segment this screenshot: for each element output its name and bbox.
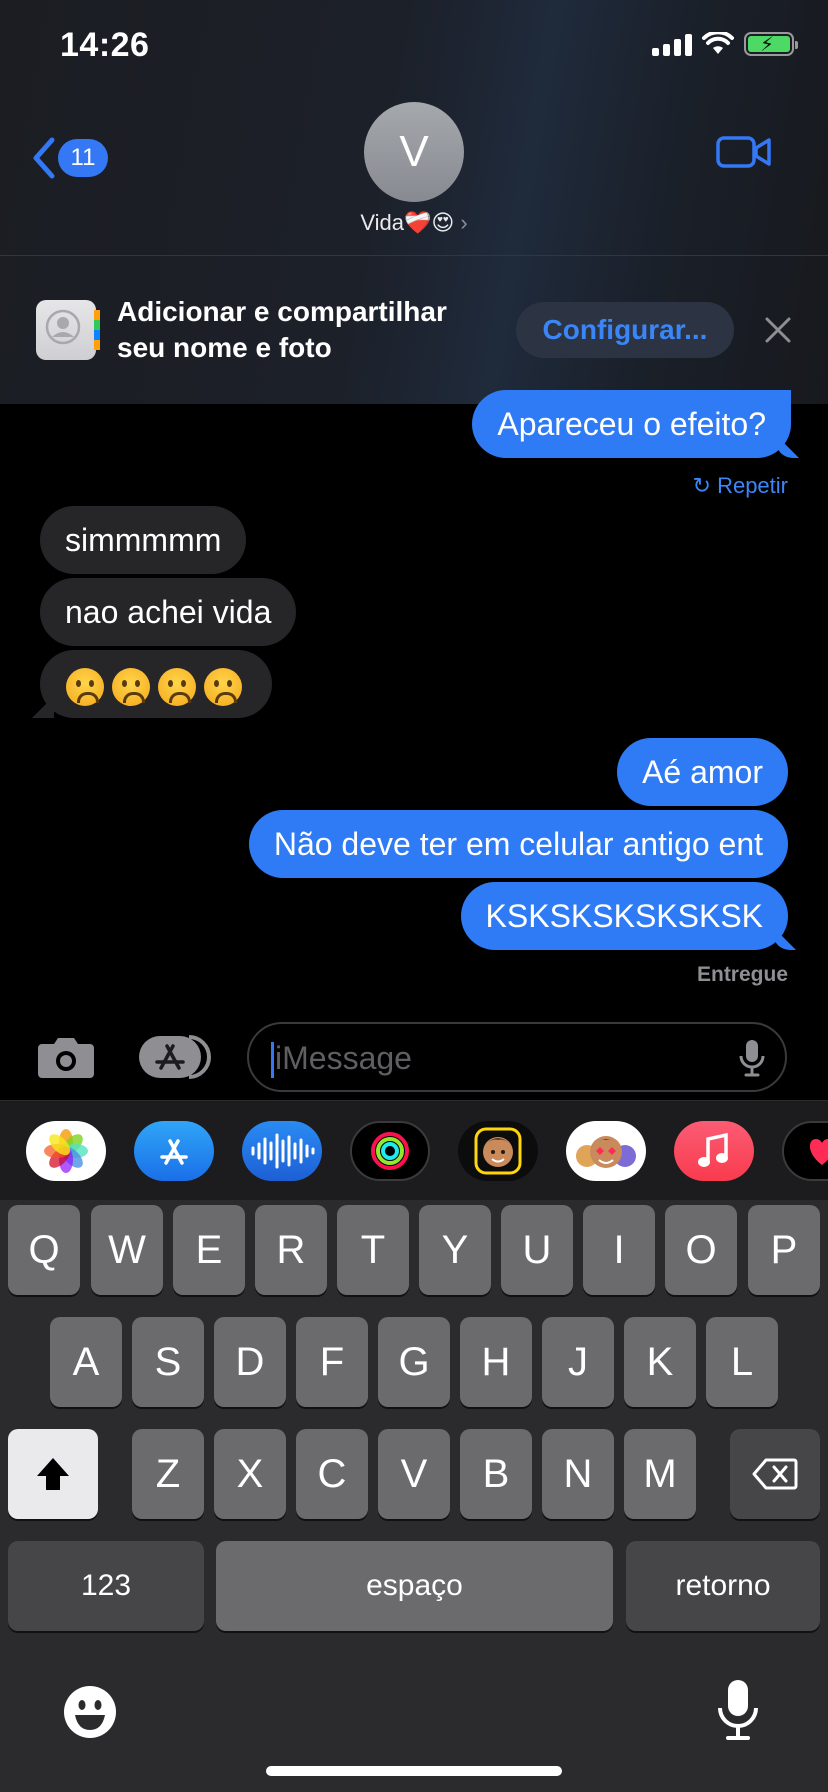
music-icon[interactable]: [674, 1121, 754, 1181]
key-m[interactable]: M: [624, 1429, 696, 1519]
contact-name: Vida❤️‍🩹😍: [360, 210, 455, 235]
microphone-icon: [718, 1680, 758, 1740]
status-icons: ⚡: [652, 32, 798, 56]
backspace-icon: [752, 1458, 798, 1490]
unread-count-badge: 11: [58, 139, 108, 177]
numbers-key[interactable]: 123: [8, 1541, 204, 1631]
retry-label: Repetir: [717, 473, 788, 498]
key-f[interactable]: F: [296, 1317, 368, 1407]
home-indicator[interactable]: [266, 1766, 562, 1776]
key-y[interactable]: Y: [419, 1205, 491, 1295]
key-i[interactable]: I: [583, 1205, 655, 1295]
key-h[interactable]: H: [460, 1317, 532, 1407]
shift-icon: [37, 1458, 69, 1490]
chevron-left-icon: [33, 137, 55, 179]
battery-charging-icon: ⚡: [744, 32, 798, 56]
emoji-keyboard-button[interactable]: [62, 1684, 118, 1745]
wifi-icon: [702, 32, 734, 54]
shift-key[interactable]: [8, 1429, 98, 1519]
keyboard: Q W E R T Y U I O P A S D F G H J K L Z …: [0, 1200, 828, 1792]
key-q[interactable]: Q: [8, 1205, 80, 1295]
emoji-icon: [64, 1686, 116, 1738]
key-l[interactable]: L: [706, 1317, 778, 1407]
dictation-button[interactable]: [716, 1678, 760, 1749]
contacts-card-icon: [36, 300, 100, 360]
imessage-app-drawer: [0, 1100, 828, 1200]
sad-face-emoji-icon: [66, 667, 104, 706]
status-time: 14:26: [60, 26, 150, 64]
sad-face-emoji-icon: [204, 667, 242, 706]
key-p[interactable]: P: [748, 1205, 820, 1295]
banner-close-button[interactable]: [762, 314, 794, 351]
app-store-icon: [139, 1035, 211, 1079]
contact-avatar[interactable]: V: [364, 102, 464, 202]
key-b[interactable]: B: [460, 1429, 532, 1519]
message-bubble-incoming[interactable]: ☹️☹️☹️☹️: [40, 650, 272, 718]
video-camera-icon: [716, 136, 771, 168]
activity-icon[interactable]: [350, 1121, 430, 1181]
key-o[interactable]: O: [665, 1205, 737, 1295]
signal-icon: [652, 32, 692, 56]
message-input-field[interactable]: [247, 1022, 787, 1092]
key-d[interactable]: D: [214, 1317, 286, 1407]
back-button[interactable]: 11: [30, 136, 108, 180]
message-input[interactable]: [275, 1034, 715, 1082]
dictation-mic-icon[interactable]: [739, 1038, 765, 1078]
key-a[interactable]: A: [50, 1317, 122, 1407]
delete-key[interactable]: [730, 1429, 820, 1519]
key-t[interactable]: T: [337, 1205, 409, 1295]
photos-app-icon[interactable]: [26, 1121, 106, 1181]
contact-name-row[interactable]: Vida❤️‍🩹😍 ›: [0, 210, 828, 236]
chevron-right-icon: ›: [460, 210, 468, 235]
camera-button[interactable]: [36, 1034, 96, 1085]
sad-face-emoji-icon: [112, 667, 150, 706]
message-bubble-outgoing[interactable]: Não deve ter em celular antigo ent: [248, 810, 788, 878]
key-n[interactable]: N: [542, 1429, 614, 1519]
share-name-photo-banner: Adicionar e compartilhar seu nome e foto…: [0, 256, 828, 404]
memoji-stickers-icon[interactable]: [566, 1121, 646, 1181]
audio-message-icon[interactable]: [242, 1121, 322, 1181]
key-c[interactable]: C: [296, 1429, 368, 1519]
text-cursor: [271, 1042, 274, 1078]
key-z[interactable]: Z: [132, 1429, 204, 1519]
configure-button[interactable]: Configurar...: [516, 302, 734, 358]
digital-touch-icon[interactable]: [782, 1121, 828, 1181]
retry-icon: ↻: [692, 473, 711, 498]
memoji-icon[interactable]: [458, 1121, 538, 1181]
app-store-button[interactable]: [139, 1034, 213, 1085]
share-banner-text: Adicionar e compartilhar seu nome e foto: [117, 296, 447, 363]
message-bubble-outgoing[interactable]: Aé amor: [617, 738, 788, 806]
key-k[interactable]: K: [624, 1317, 696, 1407]
retry-link[interactable]: ↻ Repetir: [693, 473, 788, 499]
video-call-button[interactable]: [716, 132, 772, 177]
message-bubble-outgoing[interactable]: KSKSKSKSKSKSK: [460, 882, 788, 950]
key-r[interactable]: R: [255, 1205, 327, 1295]
conversation-header: 14:26 ⚡ 11 V Vida❤️‍🩹😍›: [0, 0, 828, 404]
camera-icon: [38, 1038, 94, 1078]
key-j[interactable]: J: [542, 1317, 614, 1407]
return-key[interactable]: retorno: [626, 1541, 820, 1631]
message-bubble-incoming[interactable]: nao achei vida: [40, 578, 297, 646]
key-s[interactable]: S: [132, 1317, 204, 1407]
message-bubble-incoming[interactable]: simmmmm: [40, 506, 247, 574]
sad-face-emoji-icon: [158, 667, 196, 706]
key-x[interactable]: X: [214, 1429, 286, 1519]
key-e[interactable]: E: [173, 1205, 245, 1295]
delivered-status: Entregue: [696, 963, 788, 986]
key-u[interactable]: U: [501, 1205, 573, 1295]
key-g[interactable]: G: [378, 1317, 450, 1407]
close-icon: [765, 317, 791, 343]
key-v[interactable]: V: [378, 1429, 450, 1519]
message-bubble-outgoing[interactable]: Apareceu o efeito?: [472, 390, 791, 458]
key-w[interactable]: W: [91, 1205, 163, 1295]
space-key[interactable]: espaço: [216, 1541, 613, 1631]
app-store-icon[interactable]: [134, 1121, 214, 1181]
